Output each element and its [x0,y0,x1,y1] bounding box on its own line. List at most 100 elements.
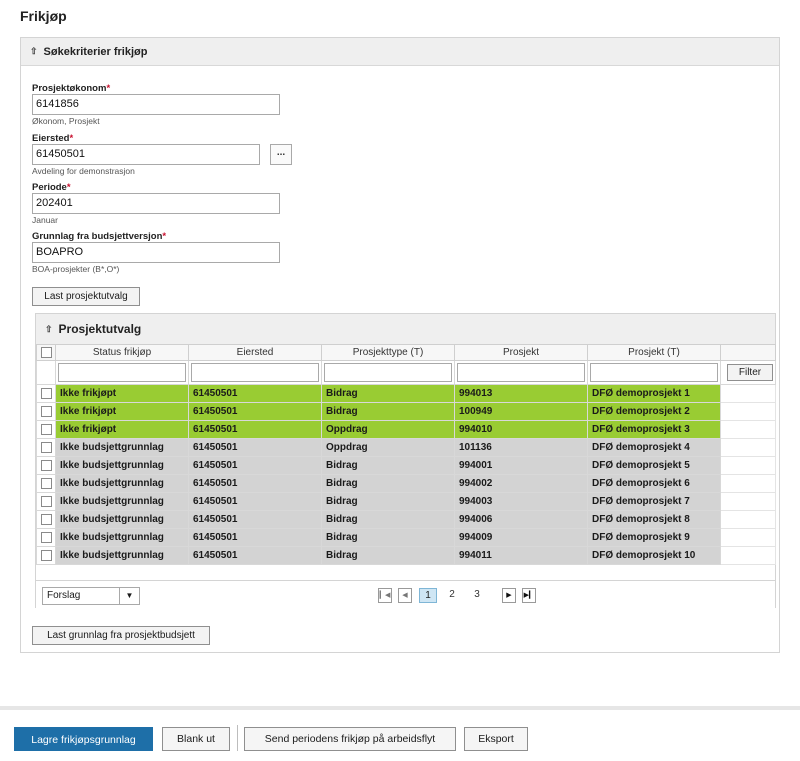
select-all-cell [36,344,56,361]
column-header-project-type[interactable]: Prosjekttype (T) [321,344,455,361]
cell-project: 994010 [454,420,588,439]
table-row[interactable]: Ikke budsjettgrunnlag 61450501 Oppdrag 1011… [36,438,776,457]
row-checkbox[interactable] [40,387,52,399]
page-button-3[interactable]: 3 [471,588,483,603]
search-criteria-header[interactable]: ⇧ Søkekriterier frikjøp [21,38,779,66]
column-header-owner-place[interactable]: Eiersted [188,344,322,361]
page-button-1[interactable]: 1 [419,588,437,603]
page-title: Frikjøp [20,8,67,24]
chevron-down-icon[interactable]: ▼ [119,588,139,604]
cell-status: Ikke budsjettgrunnlag [55,546,189,565]
table-row[interactable]: Ikke budsjettgrunnlag 61450501 Bidrag 99401… [36,546,776,565]
table-row[interactable]: Ikke budsjettgrunnlag 61450501 Bidrag 99400… [36,456,776,475]
blank-out-button[interactable]: Blank ut [162,727,230,751]
cell-owner-place: 61450501 [188,438,322,457]
project-economist-label: Prosjektøkonom [32,83,107,94]
cell-status: Ikke frikjøpt [55,402,189,421]
page-button-2[interactable]: 2 [446,588,458,603]
row-checkbox[interactable] [40,495,52,507]
search-criteria-panel: ⇧ Søkekriterier frikjøp Prosjektøkonom* … [20,37,780,653]
table-row[interactable]: Ikke budsjettgrunnlag 61450501 Bidrag 99400… [36,528,776,547]
project-selection-header[interactable]: ⇧ Prosjektutvalg [36,314,775,344]
cell-project: 994001 [454,456,588,475]
project-table: Status frikjøp Eiersted Prosjekttype (T)… [36,344,776,565]
row-checkbox[interactable] [40,459,52,471]
load-project-selection-button[interactable]: Last prosjektutvalg [32,287,140,306]
cell-project-text: DFØ demoprosjekt 2 [587,402,721,421]
row-checkbox[interactable] [40,531,52,543]
footer-divider [0,706,800,710]
collapse-icon[interactable]: ⇧ [45,324,53,335]
cell-status: Ikke budsjettgrunnlag [55,492,189,511]
export-button[interactable]: Eksport [464,727,528,751]
cell-status: Ikke budsjettgrunnlag [55,528,189,547]
row-checkbox[interactable] [40,441,52,453]
cell-project-type: Bidrag [321,456,455,475]
cell-status: Ikke frikjøpt [55,420,189,439]
save-button[interactable]: Lagre frikjøpsgrunnlag [14,727,153,751]
send-workflow-button[interactable]: Send periodens frikjøp på arbeidsflyt [244,727,456,751]
filter-project-input[interactable] [457,363,585,382]
select-all-checkbox[interactable] [40,346,52,358]
budget-version-hint: BOA-prosjekter (B*,O*) [32,264,120,274]
collapse-icon[interactable]: ⇧ [30,46,38,57]
cell-status: Ikke budsjettgrunnlag [55,474,189,493]
column-header-project-text[interactable]: Prosjekt (T) [587,344,721,361]
filter-button[interactable]: Filter [727,364,773,381]
table-row[interactable]: Ikke budsjettgrunnlag 61450501 Bidrag 99400… [36,474,776,493]
filter-status-input[interactable] [58,363,186,382]
cell-project-type: Bidrag [321,510,455,529]
cell-project: 994009 [454,528,588,547]
owner-place-input[interactable]: 61450501 [32,144,260,165]
last-page-icon[interactable]: ▶▎ [522,588,536,603]
filter-project-text-input[interactable] [590,363,718,382]
period-input[interactable]: 202401 [32,193,280,214]
cell-project: 100949 [454,402,588,421]
filter-row: Filter [36,360,776,385]
owner-place-field: Eiersted* 61450501 ... Avdeling for demo… [32,133,292,177]
budget-version-field: Grunnlag fra budsjettversjon* BOAPRO BOA… [32,231,280,275]
cell-status: Ikke frikjøpt [55,384,189,403]
first-page-icon[interactable]: ▎◀ [378,588,392,603]
cell-status: Ikke budsjettgrunnlag [55,456,189,475]
project-economist-input[interactable]: 6141856 [32,94,280,115]
column-header-project[interactable]: Prosjekt [454,344,588,361]
row-checkbox[interactable] [40,513,52,525]
period-label: Periode [32,182,67,193]
required-marker: * [69,133,74,144]
budget-version-input[interactable]: BOAPRO [32,242,280,263]
row-checkbox[interactable] [40,423,52,435]
next-page-icon[interactable]: ▶ [502,588,516,603]
table-row[interactable]: Ikke frikjøpt 61450501 Oppdrag 994010 DFØ de… [36,420,776,439]
cell-project-type: Oppdrag [321,420,455,439]
cell-owner-place: 61450501 [188,384,322,403]
cell-owner-place: 61450501 [188,474,322,493]
period-field: Periode* 202401 Januar [32,182,280,226]
row-checkbox[interactable] [40,549,52,561]
filter-owner-place-input[interactable] [191,363,319,382]
row-checkbox[interactable] [40,405,52,417]
column-header-status[interactable]: Status frikjøp [55,344,189,361]
table-row[interactable]: Ikke frikjøpt 61450501 Bidrag 994013 DFØ dem… [36,384,776,403]
project-selection-title: Prosjektutvalg [58,322,142,336]
cell-project-text: DFØ demoprosjekt 9 [587,528,721,547]
prev-page-icon[interactable]: ◀ [398,588,412,603]
browse-button[interactable]: ... [270,144,292,165]
pager-bar: Forslag ▼ ▎◀ ◀ 1 2 3 ▶ ▶▎ [36,580,775,608]
layout-select[interactable]: Forslag ▼ [42,587,140,605]
layout-select-value: Forslag [47,590,81,601]
required-marker: * [106,83,111,94]
period-hint: Januar [32,215,58,225]
load-budget-basis-button[interactable]: Last grunnlag fra prosjektbudsjett [32,626,210,645]
filter-project-type-input[interactable] [324,363,452,382]
project-economist-hint: Økonom, Prosjekt [32,116,100,126]
cell-project-type: Oppdrag [321,438,455,457]
table-row[interactable]: Ikke budsjettgrunnlag 61450501 Bidrag 99400… [36,492,776,511]
cell-project-text: DFØ demoprosjekt 4 [587,438,721,457]
table-row[interactable]: Ikke frikjøpt 61450501 Bidrag 100949 DFØ dem… [36,402,776,421]
row-checkbox[interactable] [40,477,52,489]
button-separator [237,725,238,751]
cell-project-text: DFØ demoprosjekt 5 [587,456,721,475]
column-header-spacer [720,344,776,361]
table-row[interactable]: Ikke budsjettgrunnlag 61450501 Bidrag 99400… [36,510,776,529]
